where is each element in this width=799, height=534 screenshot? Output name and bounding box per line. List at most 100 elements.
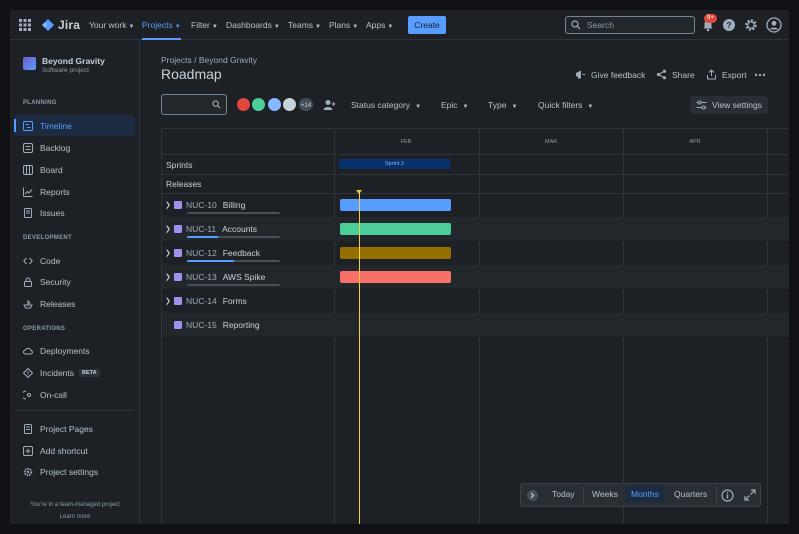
issue-key[interactable]: NUC-10: [186, 200, 217, 210]
export-button[interactable]: Export: [706, 69, 747, 80]
chevron-down-icon: ▼: [415, 104, 422, 110]
nav-your-work[interactable]: Your work ▼: [89, 20, 134, 30]
sidebar-item-board[interactable]: Board: [14, 159, 135, 180]
sidebar-item-reports[interactable]: Reports: [14, 181, 135, 202]
epic-timeline-bar[interactable]: [340, 199, 451, 211]
sidebar-item-backlog[interactable]: Backlog: [14, 137, 135, 158]
sidebar-item-security[interactable]: Security: [14, 271, 135, 292]
issue-title[interactable]: AWS Spike: [223, 272, 266, 282]
issue-title[interactable]: Forms: [223, 296, 247, 306]
share-button[interactable]: Share: [656, 69, 695, 80]
epic-timeline-bar[interactable]: [340, 271, 451, 283]
sidebar-item-code[interactable]: Code: [14, 250, 135, 271]
epic-row[interactable]: ❯ NUC-13 AWS Spike: [165, 272, 265, 282]
issue-title[interactable]: Billing: [223, 200, 246, 210]
epic-row[interactable]: ❯ NUC-10 Billing: [165, 200, 245, 210]
epic-row[interactable]: NUC-15 Reporting: [165, 320, 260, 330]
info-icon[interactable]: [721, 489, 734, 502]
search-input[interactable]: Search: [565, 16, 695, 34]
sidebar-item-add-shortcut[interactable]: Add shortcut: [14, 440, 135, 461]
jira-logo[interactable]: Jira: [41, 18, 80, 32]
top-navigation: Jira Your work ▼ Projects ▼ Filter ▼ Dashbo…: [10, 10, 789, 40]
nav-dashboards[interactable]: Dashboards ▼: [226, 20, 280, 30]
app-switcher-icon[interactable]: [19, 19, 31, 31]
nav-apps[interactable]: Apps ▼: [366, 20, 393, 30]
zoom-weeks[interactable]: Weeks: [592, 489, 618, 499]
expand-chevron-icon[interactable]: ❯: [165, 225, 171, 233]
export-label: Export: [722, 69, 747, 80]
sidebar-item-releases[interactable]: Releases: [14, 293, 135, 314]
sidebar-item-label: Deployments: [40, 345, 90, 356]
chevron-down-icon: ▼: [587, 104, 594, 110]
page-icon: [24, 423, 32, 434]
nav-teams[interactable]: Teams ▼: [288, 20, 321, 30]
quick-filters[interactable]: Quick filters ▼: [538, 100, 593, 110]
sidebar-item-incidents[interactable]: Incidents BETA: [14, 362, 135, 383]
issue-key[interactable]: NUC-11: [186, 224, 216, 234]
nav-filter[interactable]: Filter ▼: [191, 20, 218, 30]
issue-key[interactable]: NUC-12: [186, 248, 217, 258]
epic-row[interactable]: ❯ NUC-11 Accounts: [165, 224, 257, 234]
progress-fill: [187, 260, 234, 262]
project-name[interactable]: Beyond Gravity: [42, 56, 105, 66]
status-category-filter[interactable]: Status category ▼: [351, 100, 421, 110]
issue-title[interactable]: Feedback: [223, 248, 260, 258]
today-button[interactable]: Today: [552, 489, 575, 499]
type-filter[interactable]: Type ▼: [488, 100, 517, 110]
zoom-months[interactable]: Months: [626, 486, 664, 502]
more-actions-icon[interactable]: [754, 73, 766, 77]
settings-gear-icon[interactable]: [743, 17, 759, 33]
give-feedback-label: Give feedback: [591, 69, 646, 80]
issue-key[interactable]: NUC-14: [186, 296, 217, 306]
avatar[interactable]: [281, 96, 298, 113]
issue-title[interactable]: Accounts: [222, 224, 257, 234]
on-call-icon: [23, 390, 31, 399]
help-icon[interactable]: ?: [721, 17, 737, 33]
user-avatar-icon[interactable]: [766, 17, 782, 33]
add-people-icon[interactable]: [323, 99, 336, 111]
view-settings-button[interactable]: View settings: [690, 96, 768, 114]
epic-row[interactable]: ❯ NUC-12 Feedback: [165, 248, 260, 258]
sprint-bar[interactable]: Sprint 2: [339, 159, 450, 169]
breadcrumb-projects[interactable]: Projects: [161, 55, 192, 65]
give-feedback-button[interactable]: Give feedback: [575, 69, 645, 80]
month-label-feb: FEB: [400, 139, 412, 145]
issue-title[interactable]: Reporting: [223, 320, 260, 330]
epic-row[interactable]: ❯ NUC-14 Forms: [165, 296, 247, 306]
sidebar-item-label: Backlog: [40, 142, 71, 153]
sidebar-item-label: Incidents: [40, 367, 75, 378]
nav-plans[interactable]: Plans ▼: [329, 20, 358, 30]
nav-projects[interactable]: Projects ▼: [142, 20, 181, 30]
project-avatar[interactable]: [23, 57, 36, 70]
sidebar-item-deployments[interactable]: Deployments: [14, 340, 135, 361]
learn-more-link[interactable]: Learn more: [10, 514, 140, 520]
expand-chevron-icon[interactable]: ❯: [165, 297, 171, 305]
epic-timeline-bar[interactable]: [340, 223, 451, 235]
collapse-arrow-icon[interactable]: [526, 489, 539, 502]
create-button[interactable]: Create: [408, 16, 446, 34]
expand-chevron-icon[interactable]: ❯: [165, 249, 171, 257]
zoom-quarters[interactable]: Quarters: [674, 489, 707, 499]
chevron-down-icon: ▼: [387, 24, 394, 30]
more-avatars-badge[interactable]: +14: [297, 96, 315, 113]
roadmap-search-input[interactable]: [161, 94, 227, 115]
expand-chevron-icon[interactable]: ❯: [165, 201, 171, 209]
sidebar-item-timeline[interactable]: Timeline: [14, 115, 135, 136]
sidebar-item-on-call[interactable]: On-call: [14, 384, 135, 405]
issue-key[interactable]: NUC-15: [186, 320, 217, 330]
sidebar-item-label: Reports: [40, 186, 70, 197]
jira-app: Jira Your work ▼ Projects ▼ Filter ▼ Dashbo…: [10, 10, 789, 524]
epic-icon: [174, 273, 182, 281]
expand-chevron-icon[interactable]: ❯: [165, 273, 171, 281]
sidebar-item-project-pages[interactable]: Project Pages: [14, 418, 135, 439]
sidebar-item-project-settings[interactable]: Project settings: [14, 461, 135, 482]
epic-timeline-bar[interactable]: [340, 247, 451, 259]
sidebar-item-issues[interactable]: Issues: [14, 202, 135, 223]
beta-badge: BETA: [79, 368, 100, 377]
issue-key[interactable]: NUC-13: [186, 272, 217, 282]
backlog-icon: [23, 142, 33, 153]
epic-filter[interactable]: Epic ▼: [441, 100, 469, 110]
fullscreen-icon[interactable]: [744, 489, 756, 501]
breadcrumb-project[interactable]: Beyond Gravity: [199, 55, 257, 65]
avatar[interactable]: [250, 96, 267, 113]
